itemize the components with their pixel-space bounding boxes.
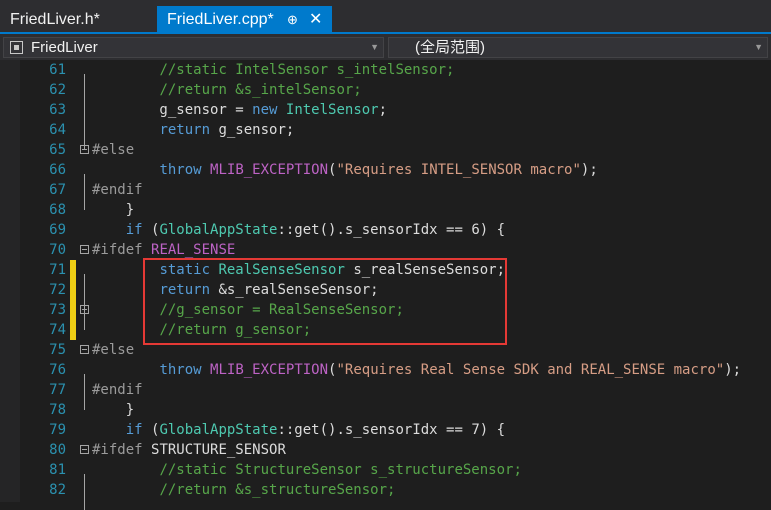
line-number: 80 bbox=[49, 442, 66, 458]
line-number: 67 bbox=[49, 182, 66, 198]
code-text: #else bbox=[92, 142, 135, 158]
collapse-icon[interactable] bbox=[80, 245, 89, 254]
collapse-icon[interactable] bbox=[80, 445, 89, 454]
line-number: 77 bbox=[49, 382, 66, 398]
code-line[interactable]: 68 } bbox=[0, 200, 771, 220]
close-icon[interactable]: ✕ bbox=[309, 6, 322, 34]
unsaved-change-marker bbox=[70, 320, 76, 340]
code-text: //static IntelSensor s_intelSensor; bbox=[159, 62, 455, 78]
code-line[interactable]: 80 #ifdef STRUCTURE_SENSOR bbox=[0, 440, 771, 460]
scope-dropdown[interactable]: (全局范围) ▼ bbox=[388, 37, 768, 58]
tab-label: FriedLiver.h* bbox=[10, 11, 100, 28]
code-line[interactable]: 70 #ifdef REAL_SENSE bbox=[0, 240, 771, 260]
code-line[interactable]: 66 throw MLIB_EXCEPTION("Requires INTEL_… bbox=[0, 160, 771, 180]
code-line[interactable]: 64 return g_sensor; bbox=[0, 120, 771, 140]
tab-friedliver-cpp[interactable]: FriedLiver.cpp* ⊕ ✕ bbox=[157, 6, 332, 34]
code-text: //static StructureSensor s_structureSens… bbox=[159, 462, 522, 478]
code-line[interactable]: 62 //return &s_intelSensor; bbox=[0, 80, 771, 100]
code-line[interactable]: 69 if (GlobalAppState::get().s_sensorIdx… bbox=[0, 220, 771, 240]
line-number: 65 bbox=[49, 142, 66, 158]
line-number: 61 bbox=[49, 62, 66, 78]
tab-friedliver-h[interactable]: FriedLiver.h* bbox=[0, 6, 150, 34]
project-dropdown-value: FriedLiver bbox=[31, 39, 98, 56]
code-text: #ifdef STRUCTURE_SENSOR bbox=[92, 442, 286, 458]
code-text: #ifdef REAL_SENSE bbox=[92, 242, 236, 258]
line-number: 78 bbox=[49, 402, 66, 418]
code-text: if (GlobalAppState::get().s_sensorIdx ==… bbox=[125, 222, 506, 238]
line-number: 76 bbox=[49, 362, 66, 378]
collapse-icon[interactable] bbox=[80, 345, 89, 354]
line-number: 66 bbox=[49, 162, 66, 178]
unsaved-change-marker bbox=[70, 300, 76, 320]
line-number: 72 bbox=[49, 282, 66, 298]
code-line[interactable]: 61 //static IntelSensor s_intelSensor; bbox=[0, 60, 771, 80]
code-line[interactable]: 67 #endif bbox=[0, 180, 771, 200]
line-number: 75 bbox=[49, 342, 66, 358]
line-number: 62 bbox=[49, 82, 66, 98]
code-line[interactable]: 63 g_sensor = new IntelSensor; bbox=[0, 100, 771, 120]
chevron-down-icon: ▼ bbox=[370, 42, 379, 52]
code-text: g_sensor = new IntelSensor; bbox=[92, 102, 388, 118]
outline-guide bbox=[84, 174, 85, 210]
code-text: #endif bbox=[92, 382, 143, 398]
tab-label: FriedLiver.cpp* bbox=[167, 11, 274, 28]
line-number: 79 bbox=[49, 422, 66, 438]
code-text: } bbox=[92, 202, 135, 218]
code-line[interactable]: 79 if (GlobalAppState::get().s_sensorIdx… bbox=[0, 420, 771, 440]
outline-guide bbox=[84, 74, 85, 150]
document-tab-bar: FriedLiver.h* FriedLiver.cpp* ⊕ ✕ bbox=[0, 0, 771, 34]
outline-guide bbox=[84, 474, 85, 510]
line-number: 63 bbox=[49, 102, 66, 118]
navigation-bar: FriedLiver ▼ (全局范围) ▼ bbox=[0, 34, 771, 60]
outline-guide bbox=[84, 374, 85, 410]
code-line[interactable]: 76 throw MLIB_EXCEPTION("Requires Real S… bbox=[0, 360, 771, 380]
unsaved-change-marker bbox=[70, 260, 76, 280]
code-line[interactable]: 65 #else bbox=[0, 140, 771, 160]
chevron-down-icon: ▼ bbox=[754, 42, 763, 52]
line-number: 70 bbox=[49, 242, 66, 258]
project-dropdown[interactable]: FriedLiver ▼ bbox=[3, 37, 384, 58]
code-line[interactable]: 78 } bbox=[0, 400, 771, 420]
pin-icon[interactable]: ⊕ bbox=[287, 6, 298, 34]
project-icon bbox=[10, 41, 23, 54]
line-number: 64 bbox=[49, 122, 66, 138]
code-text: throw MLIB_EXCEPTION("Requires INTEL_SEN… bbox=[159, 162, 598, 178]
code-text: #else bbox=[92, 342, 135, 358]
line-number: 69 bbox=[49, 222, 66, 238]
code-line[interactable]: 81 //static StructureSensor s_structureS… bbox=[0, 460, 771, 480]
line-number: 82 bbox=[49, 482, 66, 498]
code-text: throw MLIB_EXCEPTION("Requires Real Sens… bbox=[159, 362, 742, 378]
line-number: 71 bbox=[49, 262, 66, 278]
code-text: #endif bbox=[92, 182, 143, 198]
line-number: 81 bbox=[49, 462, 66, 478]
annotation-highlight-box bbox=[143, 258, 507, 345]
code-text: return g_sensor; bbox=[159, 122, 295, 138]
code-text: if (GlobalAppState::get().s_sensorIdx ==… bbox=[125, 422, 506, 438]
line-number: 74 bbox=[49, 322, 66, 338]
unsaved-change-marker bbox=[70, 280, 76, 300]
outline-guide bbox=[84, 274, 85, 330]
code-line[interactable]: 77 #endif bbox=[0, 380, 771, 400]
scope-dropdown-value: (全局范围) bbox=[415, 39, 485, 56]
line-number: 68 bbox=[49, 202, 66, 218]
code-editor[interactable]: 61 //static IntelSensor s_intelSensor; 62… bbox=[0, 60, 771, 510]
code-text: //return &s_intelSensor; bbox=[159, 82, 362, 98]
code-text: //return &s_structureSensor; bbox=[159, 482, 396, 498]
code-line[interactable]: 82 //return &s_structureSensor; bbox=[0, 480, 771, 500]
code-text: } bbox=[92, 402, 135, 418]
line-number: 73 bbox=[49, 302, 66, 318]
